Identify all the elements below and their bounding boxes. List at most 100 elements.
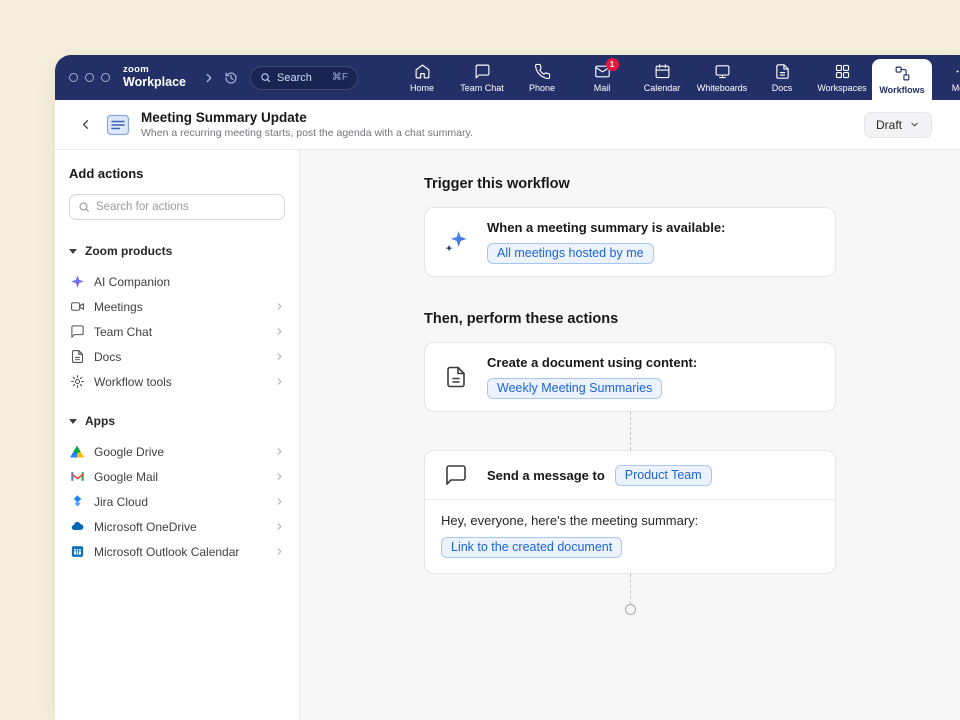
sidebar-section-zoom-products: Zoom products AI Companion Meetings <box>69 240 285 394</box>
nav-tab-mail[interactable]: 1 Mail <box>572 55 632 100</box>
sidebar-item-google-mail[interactable]: Google Mail <box>69 464 285 489</box>
sidebar-item-label: Workflow tools <box>94 375 172 389</box>
chevron-right-icon <box>274 351 285 362</box>
logo-workplace-text: Workplace <box>123 76 186 90</box>
sidebar-item-ai-companion[interactable]: AI Companion <box>69 269 285 294</box>
ai-sparkle-icon <box>69 274 85 290</box>
action-card-create-document[interactable]: Create a document using content: Weekly … <box>424 342 836 412</box>
sidebar-item-label: Google Drive <box>94 445 164 459</box>
close-window-button[interactable] <box>69 73 78 82</box>
sidebar-item-meetings[interactable]: Meetings <box>69 294 285 319</box>
whiteboard-icon <box>714 63 731 80</box>
trigger-card[interactable]: When a meeting summary is available: All… <box>424 207 836 277</box>
actions-search-box[interactable] <box>69 194 285 220</box>
search-icon <box>260 72 271 83</box>
actions-sidebar: Add actions Zoom products AI Companion <box>55 150 300 720</box>
chat-bubble-icon <box>69 324 85 340</box>
workflow-title-block: Meeting Summary Update When a recurring … <box>141 110 473 139</box>
document-link-tag[interactable]: Link to the created document <box>441 537 622 558</box>
chevron-right-icon <box>274 376 285 387</box>
nav-tab-whiteboards[interactable]: Whiteboards <box>692 55 752 100</box>
nav-tab-label: Calendar <box>644 83 681 93</box>
sidebar-item-label: Docs <box>94 350 121 364</box>
nav-tabs: Home Team Chat Phone 1 Mail <box>392 55 960 100</box>
minimize-window-button[interactable] <box>85 73 94 82</box>
section-label: Zoom products <box>85 244 172 258</box>
app-body: Add actions Zoom products AI Companion <box>55 150 960 720</box>
nav-tab-label: Team Chat <box>460 83 504 93</box>
nav-tab-label: Home <box>410 83 434 93</box>
app-window: zoom Workplace Search ⌘F Home <box>55 55 960 720</box>
team-chat-icon <box>474 63 491 80</box>
sidebar-item-label: Team Chat <box>94 325 152 339</box>
section-label: Apps <box>85 414 115 428</box>
chevron-right-icon <box>274 521 285 532</box>
caret-down-icon <box>69 419 77 424</box>
nav-tab-phone[interactable]: Phone <box>512 55 572 100</box>
sidebar-item-team-chat[interactable]: Team Chat <box>69 319 285 344</box>
sidebar-item-docs[interactable]: Docs <box>69 344 285 369</box>
trigger-scope-tag[interactable]: All meetings hosted by me <box>487 243 654 264</box>
workflow-header: Meeting Summary Update When a recurring … <box>55 100 960 150</box>
nav-tab-more[interactable]: More <box>932 55 960 100</box>
section-header-zoom-products[interactable]: Zoom products <box>69 240 285 262</box>
nav-tab-label: More <box>952 83 960 93</box>
chevron-right-icon <box>274 301 285 312</box>
document-content-tag[interactable]: Weekly Meeting Summaries <box>487 378 662 399</box>
home-icon <box>414 63 431 80</box>
status-badge: Draft <box>876 118 902 132</box>
top-navbar: zoom Workplace Search ⌘F Home <box>55 55 960 100</box>
chevron-right-icon <box>274 546 285 557</box>
sidebar-item-label: Jira Cloud <box>94 495 148 509</box>
sidebar-item-google-drive[interactable]: Google Drive <box>69 439 285 464</box>
mail-badge: 1 <box>606 58 619 71</box>
recipient-tag[interactable]: Product Team <box>615 465 712 486</box>
chat-bubble-icon <box>441 463 471 487</box>
chevron-down-icon <box>909 119 920 130</box>
sidebar-item-label: Microsoft OneDrive <box>94 520 197 534</box>
global-search[interactable]: Search ⌘F <box>250 66 358 90</box>
jira-icon <box>69 494 85 510</box>
flow-end-node[interactable] <box>625 604 636 615</box>
message-body-text: Hey, everyone, here's the meeting summar… <box>441 513 819 528</box>
nav-tab-label: Workspaces <box>817 83 866 93</box>
workspaces-icon <box>834 63 851 80</box>
draft-status-dropdown[interactable]: Draft <box>864 112 932 138</box>
chevron-right-icon <box>274 471 285 482</box>
actions-heading: Then, perform these actions <box>424 311 836 327</box>
nav-tab-workspaces[interactable]: Workspaces <box>812 55 872 100</box>
gmail-icon <box>69 469 85 485</box>
back-button[interactable] <box>73 113 97 137</box>
chevron-right-icon[interactable] <box>202 55 216 100</box>
workflow-doc-icon <box>105 112 131 138</box>
actions-search-input[interactable] <box>96 201 276 213</box>
nav-tab-team-chat[interactable]: Team Chat <box>452 55 512 100</box>
chevron-right-icon <box>274 326 285 337</box>
gear-icon <box>69 374 85 390</box>
page-title: Meeting Summary Update <box>141 110 473 125</box>
sidebar-item-workflow-tools[interactable]: Workflow tools <box>69 369 285 394</box>
action-card-text: Send a message to <box>487 468 605 483</box>
workflows-icon <box>894 65 911 82</box>
sidebar-item-jira-cloud[interactable]: Jira Cloud <box>69 489 285 514</box>
nav-tab-workflows[interactable]: Workflows <box>872 59 932 100</box>
page-subtitle: When a recurring meeting starts, post th… <box>141 127 473 139</box>
document-icon <box>69 349 85 365</box>
section-header-apps[interactable]: Apps <box>69 410 285 432</box>
sidebar-item-label: AI Companion <box>94 275 170 289</box>
sidebar-item-microsoft-onedrive[interactable]: Microsoft OneDrive <box>69 514 285 539</box>
search-shortcut: ⌘F <box>332 72 348 83</box>
nav-tab-calendar[interactable]: Calendar <box>632 55 692 100</box>
action-card-send-message[interactable]: Send a message to Product Team Hey, ever… <box>424 450 836 574</box>
sidebar-item-microsoft-outlook-calendar[interactable]: Microsoft Outlook Calendar <box>69 539 285 564</box>
document-icon <box>441 365 471 389</box>
flow-connector <box>630 412 631 450</box>
caret-down-icon <box>69 249 77 254</box>
chevron-right-icon <box>274 496 285 507</box>
history-icon[interactable] <box>224 55 238 100</box>
nav-tab-docs[interactable]: Docs <box>752 55 812 100</box>
maximize-window-button[interactable] <box>101 73 110 82</box>
nav-tab-home[interactable]: Home <box>392 55 452 100</box>
docs-icon <box>774 63 791 80</box>
sidebar-item-label: Microsoft Outlook Calendar <box>94 545 239 559</box>
